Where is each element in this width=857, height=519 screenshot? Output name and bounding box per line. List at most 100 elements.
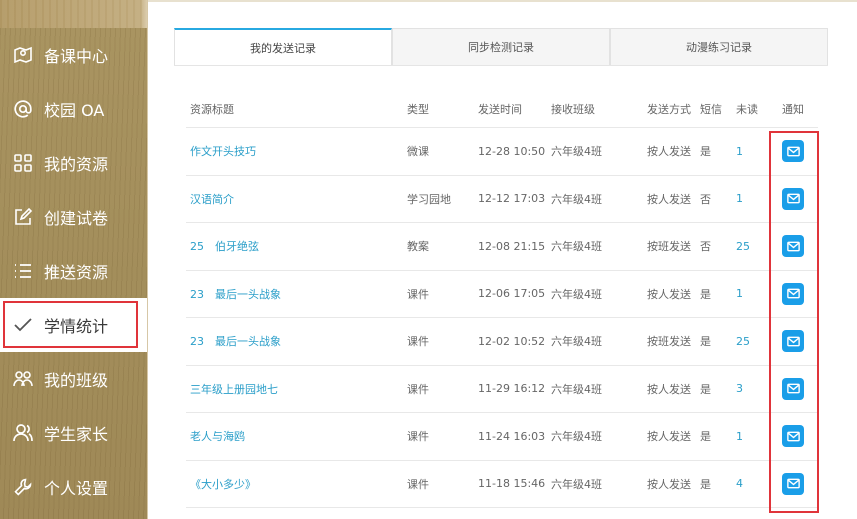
header-title: 资源标题 <box>190 102 234 116</box>
header-sms: 短信 <box>700 102 722 116</box>
check-icon <box>12 314 34 336</box>
receive-class: 六年级4班 <box>551 192 602 206</box>
notify-button[interactable] <box>782 282 804 305</box>
notify-cell <box>775 176 811 223</box>
sidebar: 备课中心 校园 OA 我的资源 创建试卷 推送资源 学情统计 我的班级 学生家长… <box>0 28 147 519</box>
sms-flag: 是 <box>700 287 711 301</box>
notify-cell <box>775 461 811 508</box>
sidebar-item-learning-stats[interactable]: 学情统计 <box>0 298 147 352</box>
send-mode: 按人发送 <box>647 477 691 491</box>
sidebar-item-label: 学生家长 <box>44 425 109 444</box>
receive-class: 六年级4班 <box>551 145 602 159</box>
header-time: 发送时间 <box>478 102 522 116</box>
unread-count[interactable]: 3 <box>736 366 762 413</box>
at-icon <box>12 98 34 120</box>
notify-button[interactable] <box>782 377 804 400</box>
header-type: 类型 <box>407 102 429 116</box>
sidebar-item-label: 我的班级 <box>44 371 109 390</box>
send-mode: 按人发送 <box>647 382 691 396</box>
receive-class: 六年级4班 <box>551 382 602 396</box>
map-icon <box>12 44 34 66</box>
unread-count[interactable]: 1 <box>736 128 762 175</box>
unread-count[interactable]: 1 <box>736 413 762 460</box>
table-row: 汉语简介 学习园地 12-12 17:03 六年级4班 按人发送 否 1 <box>186 176 818 223</box>
sms-flag: 否 <box>700 240 711 254</box>
notify-button[interactable] <box>782 235 804 258</box>
header-notify: 通知 <box>782 102 804 116</box>
notify-cell <box>775 223 811 270</box>
mail-icon <box>786 288 800 299</box>
parent-icon <box>12 422 34 444</box>
sms-flag: 是 <box>700 382 711 396</box>
sidebar-item-campus-oa[interactable]: 校园 OA <box>0 82 147 136</box>
resource-type: 课件 <box>407 287 429 301</box>
unread-count[interactable]: 4 <box>736 461 762 508</box>
send-time: 12-02 10:52 <box>478 334 546 348</box>
resource-title-link[interactable]: 老人与海鸥 <box>190 413 245 460</box>
header-class: 接收班级 <box>551 102 595 116</box>
receive-class: 六年级4班 <box>551 287 602 301</box>
mail-icon <box>786 241 800 252</box>
send-time: 11-29 16:12 <box>478 382 546 396</box>
tab-my-send-records[interactable]: 我的发送记录 <box>174 28 392 65</box>
edit-icon <box>12 206 34 228</box>
sidebar-item-lesson-center[interactable]: 备课中心 <box>0 28 147 82</box>
sidebar-item-my-resources[interactable]: 我的资源 <box>0 136 147 190</box>
sidebar-item-push-resources[interactable]: 推送资源 <box>0 244 147 298</box>
send-time: 12-08 21:15 <box>478 239 546 253</box>
mail-icon <box>786 146 800 157</box>
resource-title-link[interactable]: 23 最后一头战象 <box>190 271 281 318</box>
notify-button[interactable] <box>782 472 804 495</box>
sms-flag: 是 <box>700 145 711 159</box>
mail-icon <box>786 336 800 347</box>
resource-title-link[interactable]: 作文开头技巧 <box>190 128 256 175</box>
table-row: 23 最后一头战象 课件 12-06 17:05 六年级4班 按人发送 是 1 <box>186 271 818 318</box>
send-records-table: 资源标题 类型 发送时间 接收班级 发送方式 短信 未读 通知 作文开头技巧 微… <box>186 90 818 508</box>
sidebar-item-label: 学情统计 <box>44 317 109 336</box>
sms-flag: 是 <box>700 477 711 491</box>
sidebar-item-settings[interactable]: 个人设置 <box>0 460 147 514</box>
table-header: 资源标题 类型 发送时间 接收班级 发送方式 短信 未读 通知 <box>186 90 818 128</box>
notify-button[interactable] <box>782 140 804 163</box>
resource-title-link[interactable]: 23 最后一头战象 <box>190 318 281 365</box>
resource-type: 教案 <box>407 240 429 254</box>
notify-button[interactable] <box>782 425 804 448</box>
sidebar-item-label: 推送资源 <box>44 263 109 282</box>
notify-cell <box>775 271 811 318</box>
send-time: 11-24 16:03 <box>478 429 546 443</box>
sidebar-item-label: 个人设置 <box>44 479 109 498</box>
notify-cell <box>775 318 811 365</box>
send-mode: 按班发送 <box>647 335 691 349</box>
unread-count[interactable]: 25 <box>736 223 762 270</box>
grid-icon <box>12 152 34 174</box>
send-time: 12-12 17:03 <box>478 192 546 206</box>
unread-count[interactable]: 1 <box>736 271 762 318</box>
resource-type: 学习园地 <box>407 192 451 206</box>
receive-class: 六年级4班 <box>551 335 602 349</box>
receive-class: 六年级4班 <box>551 477 602 491</box>
send-mode: 按班发送 <box>647 240 691 254</box>
table-row: 25 伯牙绝弦 教案 12-08 21:15 六年级4班 按班发送 否 25 <box>186 223 818 271</box>
send-mode: 按人发送 <box>647 430 691 444</box>
mail-icon <box>786 431 800 442</box>
sidebar-item-parents[interactable]: 学生家长 <box>0 406 147 460</box>
tab-animation-practice-records[interactable]: 动漫练习记录 <box>610 28 828 65</box>
resource-title-link[interactable]: 三年级上册园地七 <box>190 366 278 413</box>
send-mode: 按人发送 <box>647 287 691 301</box>
sidebar-item-my-classes[interactable]: 我的班级 <box>0 352 147 406</box>
sidebar-item-create-exam[interactable]: 创建试卷 <box>0 190 147 244</box>
notify-button[interactable] <box>782 187 804 210</box>
send-time: 12-28 10:50 <box>478 144 546 158</box>
tab-sync-test-records[interactable]: 同步检测记录 <box>392 28 610 65</box>
unread-count[interactable]: 25 <box>736 318 762 365</box>
receive-class: 六年级4班 <box>551 430 602 444</box>
notify-button[interactable] <box>782 330 804 353</box>
resource-type: 微课 <box>407 145 429 159</box>
mail-icon <box>786 478 800 489</box>
resource-title-link[interactable]: 《大小多少》 <box>190 461 256 508</box>
notify-cell <box>775 413 811 460</box>
resource-title-link[interactable]: 汉语简介 <box>190 176 234 223</box>
unread-count[interactable]: 1 <box>736 176 762 223</box>
resource-title-link[interactable]: 25 伯牙绝弦 <box>190 223 259 270</box>
record-tabs: 我的发送记录 同步检测记录 动漫练习记录 <box>174 28 828 66</box>
